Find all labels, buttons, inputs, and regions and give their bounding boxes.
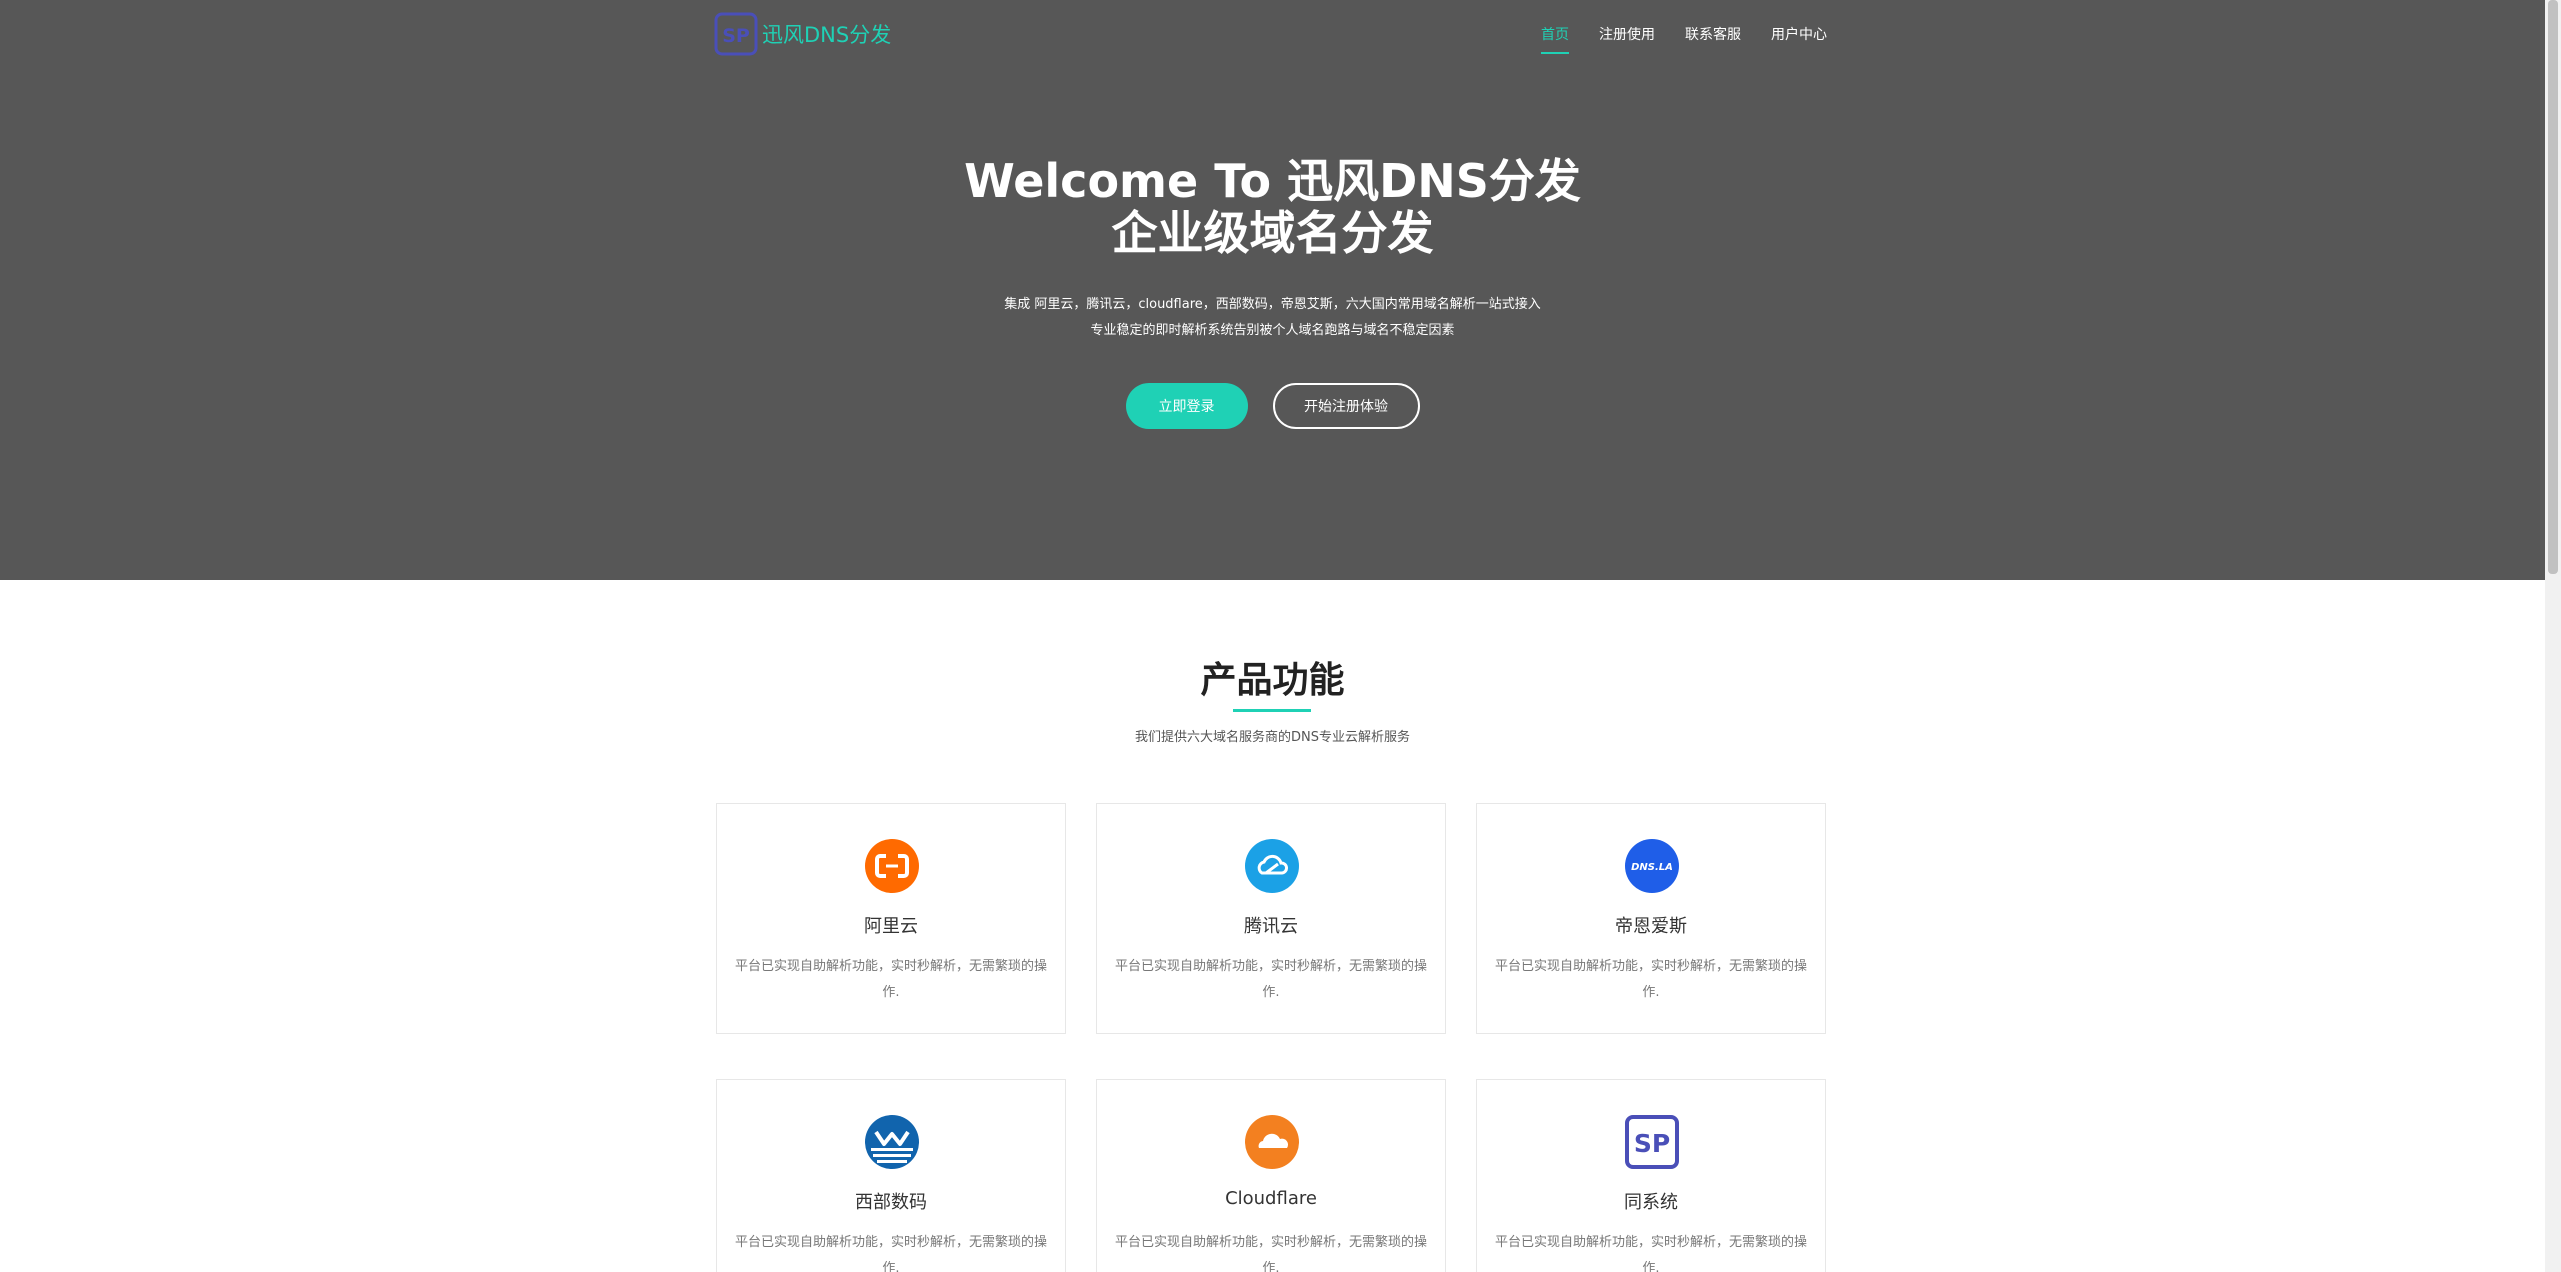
svg-text:SP: SP [722,25,750,47]
hero-buttons: 立即登录 开始注册体验 [0,383,2545,429]
card-desc: 平台已实现自助解析功能，实时秒解析，无需繁琐的操作. [1114,959,1427,1000]
brand-name: 迅风DNS分发 [762,23,892,47]
dnsla-icon: DNS.LA [1625,839,1679,893]
card-desc: 平台已实现自助解析功能，实时秒解析，无需繁琐的操作. [1494,1235,1807,1272]
card-desc: 平台已实现自助解析功能，实时秒解析，无需繁琐的操作. [1494,959,1807,1000]
tencent-cloud-icon [1245,839,1299,893]
hero-title: Welcome To 迅风DNS分发 企业级域名分发 [0,155,2545,259]
feature-card-west[interactable]: 西部数码 平台已实现自助解析功能，实时秒解析，无需繁琐的操作. [716,1079,1066,1272]
cloudflare-icon [1245,1115,1299,1169]
login-button[interactable]: 立即登录 [1125,383,1248,429]
feature-card-tencent[interactable]: 腾讯云 平台已实现自助解析功能，实时秒解析，无需繁琐的操作. [1096,803,1446,1034]
card-desc: 平台已实现自助解析功能，实时秒解析，无需繁琐的操作. [734,1235,1047,1272]
hero-title-line1: Welcome To 迅风DNS分发 [964,154,1581,208]
brand-link[interactable]: SP 迅风DNS分发 [714,12,891,56]
card-desc: 平台已实现自助解析功能，实时秒解析，无需繁琐的操作. [734,959,1047,1000]
nav-menu: 首页 注册使用 联系客服 用户中心 [1511,24,1827,54]
top-nav: SP 迅风DNS分发 首页 注册使用 联系客服 用户中心 [714,0,1827,70]
nav-item-user-center[interactable]: 用户中心 [1771,24,1827,44]
feature-card-aliyun[interactable]: 阿里云 平台已实现自助解析功能，实时秒解析，无需繁琐的操作. [716,803,1066,1034]
card-title: 阿里云 [864,916,918,937]
aliyun-icon [865,839,919,893]
feature-card-sp[interactable]: SP 同系统 平台已实现自助解析功能，实时秒解析，无需繁琐的操作. [1476,1079,1826,1272]
page: SP 迅风DNS分发 首页 注册使用 联系客服 用户中心 Welcome To … [0,0,2545,1272]
hero-subtitle-line2: 专业稳定的即时解析系统告别被个人域名跑路与域名不稳定因素 [1090,323,1455,338]
hero-title-line2: 企业级域名分发 [1111,206,1434,260]
register-button[interactable]: 开始注册体验 [1272,383,1420,429]
feature-card-cloudflare[interactable]: Cloudflare 平台已实现自助解析功能，实时秒解析，无需繁琐的操作. [1096,1079,1446,1272]
features-subtitle: 我们提供六大域名服务商的DNS专业云解析服务 [1135,730,1410,745]
feature-card-dnsla[interactable]: DNS.LA 帝恩爱斯 平台已实现自助解析功能，实时秒解析，无需繁琐的操作. [1476,803,1826,1034]
hero-subtitle: 集成 阿里云，腾讯云，cloudflare，西部数码，帝恩艾斯，六大国内常用域名… [0,292,2545,344]
nav-item-contact[interactable]: 联系客服 [1685,24,1741,44]
nav-item-register[interactable]: 注册使用 [1599,24,1655,44]
sp-icon: SP [1625,1115,1679,1169]
browser-viewport: SP 迅风DNS分发 首页 注册使用 联系客服 用户中心 Welcome To … [0,0,2561,1272]
features-title-underline [1233,709,1311,712]
card-title: Cloudflare [1225,1188,1317,1209]
hero-section: SP 迅风DNS分发 首页 注册使用 联系客服 用户中心 Welcome To … [0,0,2545,580]
card-title: 腾讯云 [1244,916,1298,937]
card-desc: 平台已实现自助解析功能，实时秒解析，无需繁琐的操作. [1114,1235,1427,1272]
features-title: 产品功能 [1200,660,1345,701]
scrollbar-thumb[interactable] [2548,0,2558,574]
svg-text:SP: SP [1634,1129,1670,1158]
brand-logo-icon: SP [714,12,758,56]
hero-subtitle-line1: 集成 阿里云，腾讯云，cloudflare，西部数码，帝恩艾斯，六大国内常用域名… [1004,297,1541,312]
svg-text:DNS.LA: DNS.LA [1631,862,1673,873]
west-icon [865,1115,919,1169]
page-scrollbar[interactable] [2545,0,2561,1272]
card-title: 西部数码 [855,1192,927,1213]
nav-item-home[interactable]: 首页 [1541,24,1569,54]
card-title: 帝恩爱斯 [1615,916,1687,937]
card-title: 同系统 [1624,1192,1678,1213]
